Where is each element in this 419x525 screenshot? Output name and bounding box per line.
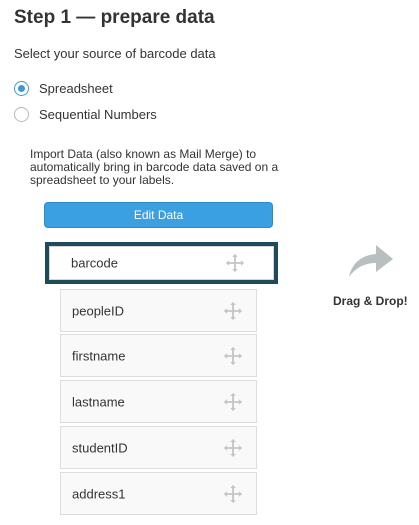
drag-drop-hint: Drag & Drop! xyxy=(333,294,408,308)
field-item-studentid[interactable]: studentID xyxy=(60,426,257,469)
field-item-lastname[interactable]: lastname xyxy=(60,380,257,423)
curved-arrow-icon xyxy=(349,245,393,277)
field-item-address1[interactable]: address1 xyxy=(60,472,257,515)
edit-data-button[interactable]: Edit Data xyxy=(44,202,273,228)
import-description: Import Data (also known as Mail Merge) t… xyxy=(30,147,279,187)
spreadsheet-radio[interactable] xyxy=(14,80,29,96)
field-label: firstname xyxy=(72,348,126,363)
page-title: Step 1 — prepare data xyxy=(14,7,215,28)
source-option-sequential[interactable]: Sequential Numbers xyxy=(14,105,157,123)
field-label: address1 xyxy=(72,486,126,501)
move-icon[interactable] xyxy=(222,483,244,505)
field-label: lastname xyxy=(72,394,125,409)
source-option-spreadsheet[interactable]: Spreadsheet xyxy=(14,79,113,97)
move-icon[interactable] xyxy=(222,300,244,322)
sequential-label: Sequential Numbers xyxy=(39,106,157,122)
source-prompt: Select your source of barcode data xyxy=(14,46,216,61)
field-label: studentID xyxy=(72,440,128,455)
field-item-peopleid[interactable]: peopleID xyxy=(60,289,257,332)
move-icon[interactable] xyxy=(224,252,246,274)
spreadsheet-label: Spreadsheet xyxy=(39,80,113,96)
move-icon[interactable] xyxy=(222,345,244,367)
field-item-barcode[interactable]: barcode xyxy=(45,242,278,284)
sequential-radio[interactable] xyxy=(14,106,29,122)
move-icon[interactable] xyxy=(222,437,244,459)
field-label: peopleID xyxy=(72,303,125,318)
move-icon[interactable] xyxy=(222,391,244,413)
field-item-firstname[interactable]: firstname xyxy=(60,334,257,377)
field-label: barcode xyxy=(71,255,118,271)
